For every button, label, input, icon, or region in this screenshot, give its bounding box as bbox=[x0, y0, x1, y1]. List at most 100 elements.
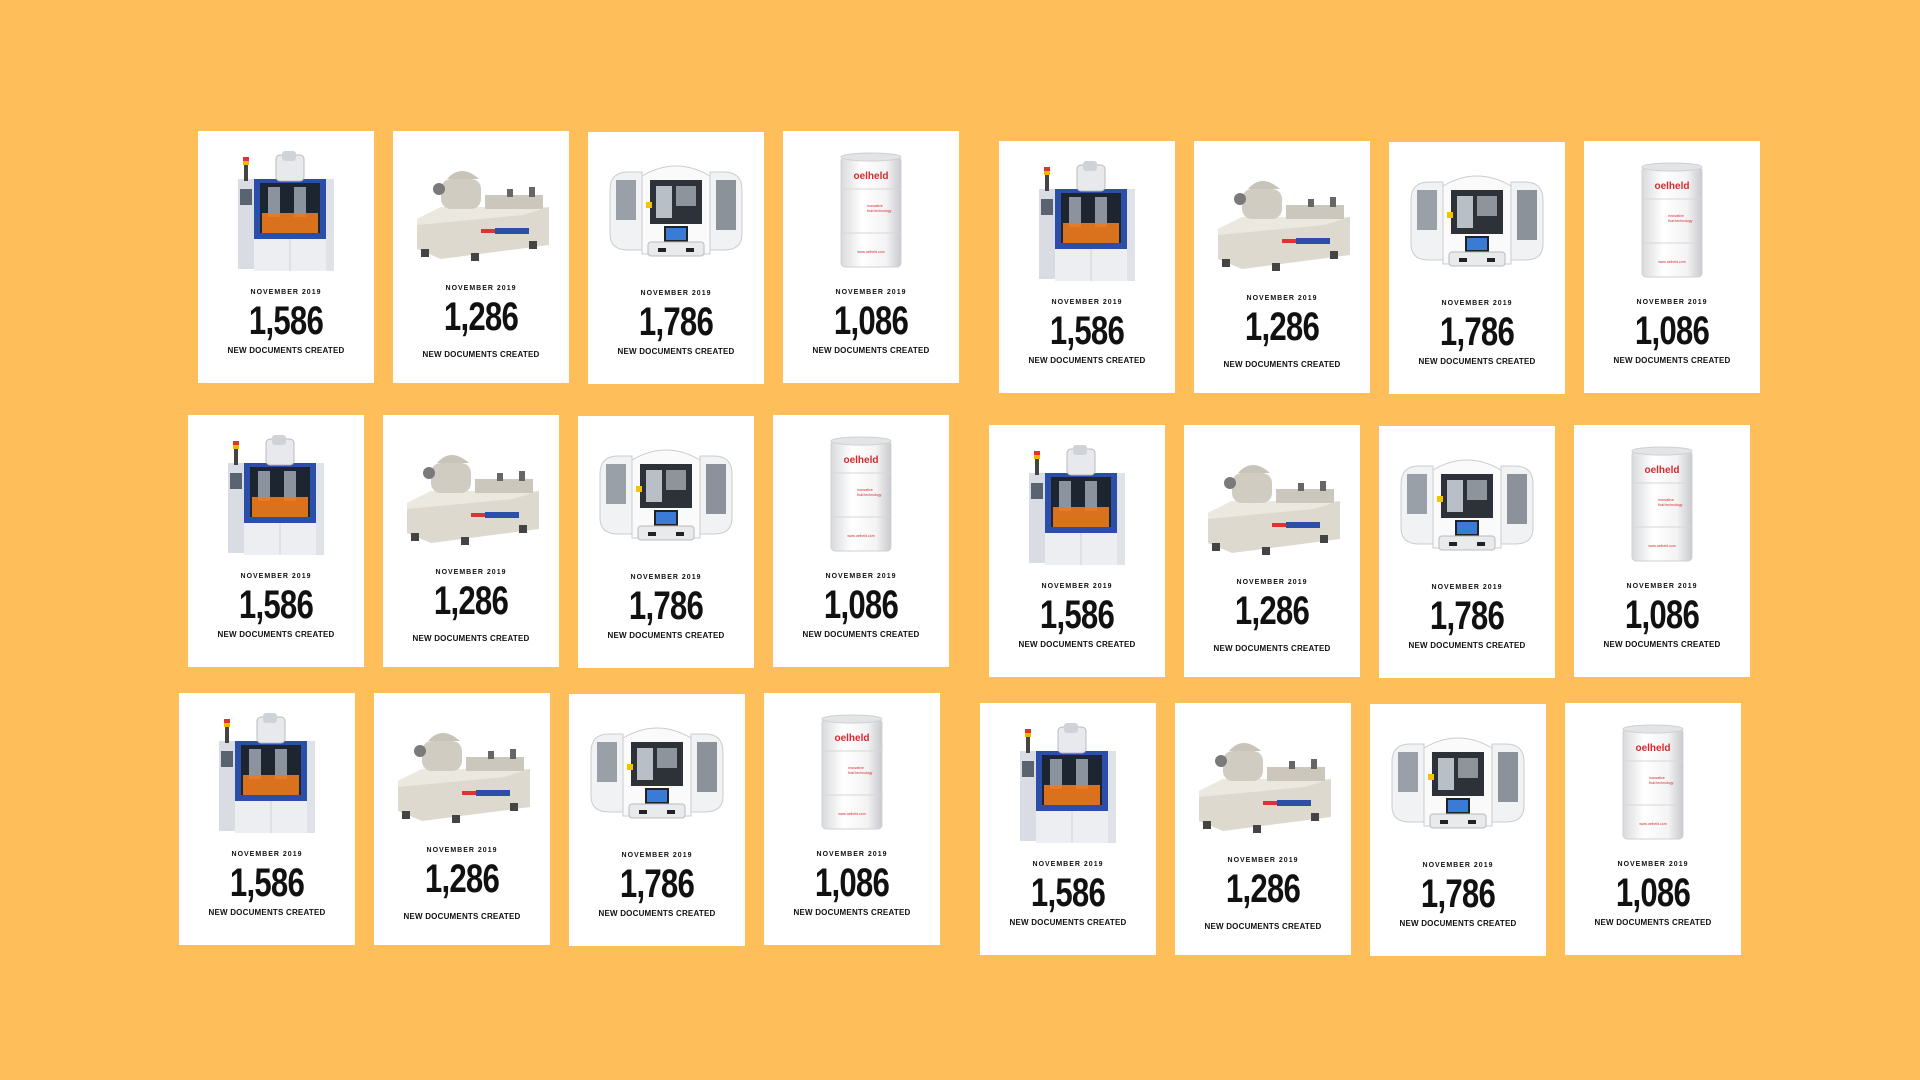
drum-brand-label: oelheld bbox=[853, 171, 888, 182]
stat-card: oelheld innovative fluid technology www.… bbox=[783, 131, 959, 383]
card-count: 1,086 bbox=[833, 299, 909, 343]
card-month: NOVEMBER 2019 bbox=[1041, 583, 1113, 590]
card-count: 1,286 bbox=[443, 295, 519, 339]
drum-tagline-1: innovative bbox=[848, 766, 864, 770]
card-count: 1,786 bbox=[1429, 594, 1505, 638]
card-month: NOVEMBER 2019 bbox=[621, 852, 693, 859]
card-count: 1,586 bbox=[1039, 593, 1115, 637]
card-month: NOVEMBER 2019 bbox=[1422, 862, 1494, 869]
card-count: 1,086 bbox=[814, 861, 890, 905]
card-caption: NEW DOCUMENTS CREATED bbox=[1213, 644, 1331, 653]
card-caption: NEW DOCUMENTS CREATED bbox=[812, 346, 930, 355]
card-count: 1,586 bbox=[1049, 309, 1125, 353]
grinding-machine-icon bbox=[1193, 721, 1333, 845]
card-count: 1,586 bbox=[229, 861, 305, 905]
drum-url: www.oelheld.com bbox=[1648, 544, 1675, 548]
stat-card: oelheld innovative fluid technology www.… bbox=[1584, 141, 1760, 393]
card-count: 1,586 bbox=[248, 299, 324, 343]
card-month: NOVEMBER 2019 bbox=[1636, 299, 1708, 306]
drum-brand-label: oelheld bbox=[1654, 181, 1689, 192]
robot-cell-icon bbox=[587, 712, 727, 836]
card-count: 1,286 bbox=[1225, 867, 1301, 911]
oelheld-drum-icon: oelheld innovative fluid technology www.… bbox=[1583, 721, 1723, 845]
drum-tagline-2: fluid technology bbox=[1649, 781, 1674, 785]
card-caption: NEW DOCUMENTS CREATED bbox=[1223, 360, 1341, 369]
drum-brand-label: oelheld bbox=[1644, 465, 1679, 476]
stat-card: NOVEMBER 2019 1,786 NEW DOCUMENTS CREATE… bbox=[578, 416, 754, 668]
stat-card: oelheld innovative fluid technology www.… bbox=[1574, 425, 1750, 677]
stat-card: NOVEMBER 2019 1,586 NEW DOCUMENTS CREATE… bbox=[980, 703, 1156, 955]
drum-tagline-1: innovative bbox=[1668, 214, 1684, 218]
card-caption: NEW DOCUMENTS CREATED bbox=[802, 630, 920, 639]
drum-tagline-2: fluid technology bbox=[1668, 219, 1693, 223]
stat-card: oelheld innovative fluid technology www.… bbox=[1565, 703, 1741, 955]
drum-tagline-1: innovative bbox=[867, 204, 883, 208]
drum-tagline-1: innovative bbox=[857, 488, 873, 492]
card-month: NOVEMBER 2019 bbox=[250, 289, 322, 296]
card-caption: NEW DOCUMENTS CREATED bbox=[1018, 640, 1136, 649]
drum-tagline-1: innovative bbox=[1649, 776, 1665, 780]
drum-brand-label: oelheld bbox=[1635, 743, 1670, 754]
drum-url: www.oelheld.com bbox=[1639, 822, 1666, 826]
blue-machine-icon bbox=[1007, 443, 1147, 567]
card-count: 1,786 bbox=[1420, 872, 1496, 916]
card-count: 1,586 bbox=[238, 583, 314, 627]
card-caption: NEW DOCUMENTS CREATED bbox=[1009, 918, 1127, 927]
stat-card: NOVEMBER 2019 1,286 NEW DOCUMENTS CREATE… bbox=[1175, 703, 1351, 955]
card-caption: NEW DOCUMENTS CREATED bbox=[227, 346, 345, 355]
card-caption: NEW DOCUMENTS CREATED bbox=[607, 631, 725, 640]
card-month: NOVEMBER 2019 bbox=[1617, 861, 1689, 868]
drum-url: www.oelheld.com bbox=[838, 812, 865, 816]
blue-machine-icon bbox=[206, 433, 346, 557]
oelheld-drum-icon: oelheld innovative fluid technology www.… bbox=[1592, 443, 1732, 567]
card-month: NOVEMBER 2019 bbox=[231, 851, 303, 858]
card-caption: NEW DOCUMENTS CREATED bbox=[208, 908, 326, 917]
blue-machine-icon bbox=[998, 721, 1138, 845]
card-count: 1,586 bbox=[1030, 871, 1106, 915]
card-caption: NEW DOCUMENTS CREATED bbox=[217, 630, 335, 639]
stat-card: NOVEMBER 2019 1,786 NEW DOCUMENTS CREATE… bbox=[1370, 704, 1546, 956]
card-count: 1,786 bbox=[638, 300, 714, 344]
card-board: NOVEMBER 2019 1,586 NEW DOCUMENTS CREATE… bbox=[0, 0, 1920, 1080]
drum-url: www.oelheld.com bbox=[847, 534, 874, 538]
stat-card: NOVEMBER 2019 1,786 NEW DOCUMENTS CREATE… bbox=[1379, 426, 1555, 678]
card-count: 1,786 bbox=[628, 584, 704, 628]
oelheld-drum-icon: oelheld innovative fluid technology www.… bbox=[801, 149, 941, 273]
stat-card: NOVEMBER 2019 1,586 NEW DOCUMENTS CREATE… bbox=[989, 425, 1165, 677]
card-month: NOVEMBER 2019 bbox=[825, 573, 897, 580]
card-caption: NEW DOCUMENTS CREATED bbox=[403, 912, 521, 921]
drum-tagline-2: fluid technology bbox=[848, 771, 873, 775]
stat-card: NOVEMBER 2019 1,286 NEW DOCUMENTS CREATE… bbox=[1184, 425, 1360, 677]
card-month: NOVEMBER 2019 bbox=[1227, 857, 1299, 864]
card-caption: NEW DOCUMENTS CREATED bbox=[598, 909, 716, 918]
stat-card: NOVEMBER 2019 1,586 NEW DOCUMENTS CREATE… bbox=[179, 693, 355, 945]
card-count: 1,286 bbox=[1244, 305, 1320, 349]
blue-machine-icon bbox=[216, 149, 356, 273]
drum-tagline-1: innovative bbox=[1658, 498, 1674, 502]
card-count: 1,286 bbox=[1234, 589, 1310, 633]
card-month: NOVEMBER 2019 bbox=[1626, 583, 1698, 590]
drum-tagline-2: fluid technology bbox=[867, 209, 892, 213]
card-count: 1,286 bbox=[424, 857, 500, 901]
card-month: NOVEMBER 2019 bbox=[835, 289, 907, 296]
robot-cell-icon bbox=[1397, 444, 1537, 568]
card-caption: NEW DOCUMENTS CREATED bbox=[1204, 922, 1322, 931]
card-month: NOVEMBER 2019 bbox=[630, 574, 702, 581]
grinding-machine-icon bbox=[401, 433, 541, 557]
stat-card: NOVEMBER 2019 1,286 NEW DOCUMENTS CREATE… bbox=[383, 415, 559, 667]
stat-card: NOVEMBER 2019 1,786 NEW DOCUMENTS CREATE… bbox=[569, 694, 745, 946]
card-caption: NEW DOCUMENTS CREATED bbox=[412, 634, 530, 643]
card-caption: NEW DOCUMENTS CREATED bbox=[617, 347, 735, 356]
drum-brand-label: oelheld bbox=[843, 455, 878, 466]
card-caption: NEW DOCUMENTS CREATED bbox=[1399, 919, 1517, 928]
stat-card: NOVEMBER 2019 1,586 NEW DOCUMENTS CREATE… bbox=[999, 141, 1175, 393]
drum-tagline-2: fluid technology bbox=[857, 493, 882, 497]
drum-url: www.oelheld.com bbox=[857, 250, 884, 254]
robot-cell-icon bbox=[596, 434, 736, 558]
card-count: 1,786 bbox=[619, 862, 695, 906]
blue-machine-icon bbox=[197, 711, 337, 835]
stat-card: NOVEMBER 2019 1,786 NEW DOCUMENTS CREATE… bbox=[1389, 142, 1565, 394]
card-count: 1,086 bbox=[823, 583, 899, 627]
robot-cell-icon bbox=[1388, 722, 1528, 846]
stat-card: NOVEMBER 2019 1,286 NEW DOCUMENTS CREATE… bbox=[1194, 141, 1370, 393]
